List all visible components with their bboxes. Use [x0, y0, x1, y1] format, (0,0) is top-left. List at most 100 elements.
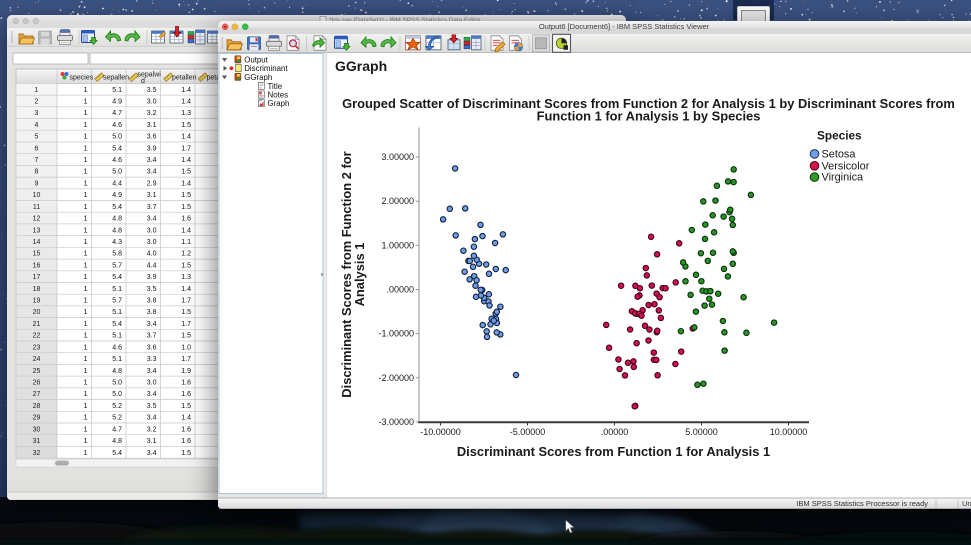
svg-text:3: 3	[35, 110, 39, 117]
svg-text:1.7: 1.7	[181, 145, 191, 152]
svg-text:1.6: 1.6	[181, 380, 191, 387]
svg-text:1.4: 1.4	[181, 180, 191, 187]
svg-text:1.2: 1.2	[181, 251, 191, 258]
svg-text:Title: Title	[268, 81, 283, 90]
svg-text:4.6: 4.6	[112, 157, 122, 164]
svg-text:1.5: 1.5	[181, 333, 191, 340]
svg-text:Species: Species	[817, 128, 862, 142]
svg-text:3.4: 3.4	[147, 157, 157, 164]
svg-text:5.2: 5.2	[112, 403, 122, 410]
svg-text:Virginica: Virginica	[822, 171, 865, 183]
svg-text:20: 20	[33, 309, 41, 316]
svg-text:5.4: 5.4	[112, 145, 122, 152]
svg-text:GGraph: GGraph	[335, 58, 387, 74]
svg-text:23: 23	[33, 344, 41, 351]
svg-text:1.3: 1.3	[181, 274, 191, 281]
svg-text:1.4: 1.4	[181, 134, 191, 141]
svg-text:4.6: 4.6	[112, 344, 122, 351]
svg-text:.00000: .00000	[386, 284, 414, 294]
svg-text:3.4: 3.4	[147, 415, 157, 422]
svg-text:Analysis 1: Analysis 1	[352, 242, 367, 306]
svg-text:17: 17	[33, 274, 41, 281]
svg-text:3.7: 3.7	[147, 333, 157, 340]
svg-text:Discriminant Scores from Funct: Discriminant Scores from Function 1 for …	[457, 444, 770, 459]
svg-text:3.4: 3.4	[147, 321, 157, 328]
svg-text:1: 1	[84, 87, 88, 94]
svg-text:Unicode:ON: Unicode:ON	[962, 499, 971, 508]
svg-text:4.8: 4.8	[112, 227, 122, 234]
svg-text:3.4: 3.4	[147, 216, 157, 223]
svg-text:1.00000: 1.00000	[381, 240, 414, 250]
svg-text:3.5: 3.5	[147, 286, 157, 293]
svg-text:IBM SPSS Statistics Processor: IBM SPSS Statistics Processor is ready	[796, 499, 928, 508]
svg-text:27: 27	[33, 391, 41, 398]
svg-text:1: 1	[84, 239, 88, 246]
svg-text:19: 19	[33, 298, 41, 305]
svg-text:7: 7	[35, 157, 39, 164]
svg-text:1: 1	[84, 415, 88, 422]
svg-text:1.4: 1.4	[181, 415, 191, 422]
svg-text:1.5: 1.5	[181, 450, 191, 457]
svg-text:1: 1	[84, 380, 88, 387]
svg-text:Versicolor: Versicolor	[822, 160, 870, 172]
svg-text:3.1: 3.1	[147, 192, 157, 199]
svg-text:1.3: 1.3	[181, 110, 191, 117]
svg-text:5.7: 5.7	[112, 262, 122, 269]
svg-text:5.1: 5.1	[112, 286, 122, 293]
svg-text:1.4: 1.4	[181, 99, 191, 106]
svg-text:14: 14	[33, 239, 41, 246]
svg-text:30: 30	[33, 426, 41, 433]
svg-text:1: 1	[84, 192, 88, 199]
svg-text:1: 1	[84, 134, 88, 141]
svg-text:10.00000: 10.00000	[770, 427, 808, 437]
svg-text:4.4: 4.4	[112, 180, 122, 187]
svg-text:4.9: 4.9	[112, 99, 122, 106]
svg-text:d: d	[141, 78, 145, 85]
svg-text:16: 16	[33, 262, 41, 269]
svg-text:4.0: 4.0	[147, 251, 157, 258]
svg-text:1: 1	[84, 298, 88, 305]
svg-text:.00000: .00000	[601, 427, 629, 437]
svg-text:3.9: 3.9	[147, 274, 157, 281]
svg-text:4.3: 4.3	[112, 239, 122, 246]
svg-text:3.4: 3.4	[147, 450, 157, 457]
svg-text:1: 1	[84, 309, 88, 316]
svg-text:5.4: 5.4	[112, 204, 122, 211]
svg-text:1: 1	[84, 122, 88, 129]
svg-text:8: 8	[35, 169, 39, 176]
svg-text:1: 1	[84, 321, 88, 328]
svg-text:1.5: 1.5	[181, 204, 191, 211]
svg-text:4.4: 4.4	[147, 262, 157, 269]
svg-text:10: 10	[33, 192, 41, 199]
svg-text:1.4: 1.4	[181, 157, 191, 164]
svg-text:29: 29	[33, 415, 41, 422]
svg-text:4.7: 4.7	[112, 110, 122, 117]
svg-text:1.4: 1.4	[181, 87, 191, 94]
svg-text:3.0: 3.0	[147, 239, 157, 246]
svg-text:-1.00000: -1.00000	[378, 328, 414, 338]
svg-text:5.8: 5.8	[112, 251, 122, 258]
svg-text:Output6 [Document6] - IBM SPSS: Output6 [Document6] - IBM SPSS Statistic…	[539, 21, 710, 30]
svg-text:3.3: 3.3	[147, 356, 157, 363]
svg-text:3.0: 3.0	[147, 380, 157, 387]
svg-text:1: 1	[84, 157, 88, 164]
svg-text:5.4: 5.4	[112, 274, 122, 281]
svg-text:1: 1	[84, 333, 88, 340]
svg-text:5.4: 5.4	[112, 450, 122, 457]
svg-text:Output: Output	[244, 55, 268, 64]
svg-text:25: 25	[33, 368, 41, 375]
svg-text:1.7: 1.7	[181, 356, 191, 363]
svg-text:22: 22	[33, 333, 41, 340]
svg-text:26: 26	[33, 380, 41, 387]
svg-text:4: 4	[35, 122, 39, 129]
svg-text:1.5: 1.5	[181, 262, 191, 269]
svg-text:1.5: 1.5	[181, 169, 191, 176]
svg-text:1: 1	[84, 180, 88, 187]
svg-text:3.0: 3.0	[147, 227, 157, 234]
svg-text:21: 21	[33, 321, 41, 328]
svg-text:3.8: 3.8	[147, 309, 157, 316]
svg-text:5.1: 5.1	[112, 309, 122, 316]
svg-text:5.1: 5.1	[112, 333, 122, 340]
svg-text:4.9: 4.9	[112, 192, 122, 199]
svg-text:1.6: 1.6	[181, 438, 191, 445]
